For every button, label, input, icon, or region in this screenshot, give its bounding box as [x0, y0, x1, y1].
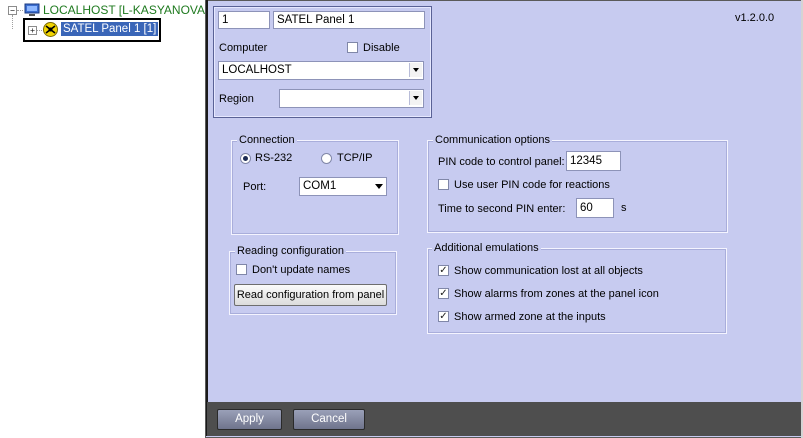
radio-dot-icon [243, 156, 248, 161]
cancel-button[interactable]: Cancel [293, 409, 365, 430]
pin-input[interactable]: 12345 [566, 151, 621, 171]
tree-item-label: SATEL Panel 1 [1] [61, 22, 159, 36]
version-label: v1.2.0.0 [735, 12, 775, 24]
root-expander[interactable]: − [8, 6, 17, 15]
connection-title: Connection [237, 134, 297, 146]
tree-item-localhost[interactable]: LOCALHOST [L-KASYANOVA] [43, 3, 208, 17]
dont-update-checkbox[interactable] [236, 264, 247, 275]
emulation-alarms-label: Show alarms from zones at the panel icon [454, 288, 659, 300]
chevron-down-icon[interactable] [409, 63, 422, 77]
child-expander[interactable]: + [28, 26, 37, 35]
computer-select-value: LOCALHOST [222, 64, 292, 76]
port-select-value: COM1 [303, 180, 337, 192]
object-tree: − LOCALHOST [L-KASYANOVA] + SATEL Panel … [0, 0, 208, 438]
user-pin-checkbox[interactable] [438, 179, 449, 190]
tcpip-radio[interactable] [321, 153, 332, 164]
apply-button[interactable]: Apply [217, 409, 282, 430]
rs232-radio[interactable] [240, 153, 251, 164]
port-label: Port: [243, 181, 267, 193]
chevron-down-icon[interactable] [375, 184, 383, 189]
region-select[interactable] [279, 89, 424, 108]
tcpip-label: TCP/IP [337, 152, 373, 164]
object-name-field[interactable]: SATEL Panel 1 [273, 11, 425, 29]
region-label: Region [219, 93, 254, 105]
disable-label: Disable [363, 42, 400, 54]
communication-title: Communication options [433, 134, 552, 146]
emulation-alarms-checkbox[interactable]: ✓ [438, 288, 449, 299]
computer-select[interactable]: LOCALHOST [218, 61, 424, 80]
reading-title: Reading configuration [235, 245, 347, 257]
tree-connector [17, 10, 23, 11]
disable-checkbox[interactable] [347, 42, 358, 53]
user-pin-label: Use user PIN code for reactions [454, 179, 610, 191]
object-id-field[interactable]: 1 [218, 11, 270, 29]
tree-connector [37, 30, 42, 31]
emulation-communication-label: Show communication lost at all objects [454, 265, 643, 277]
second-pin-unit: s [621, 202, 627, 214]
emulations-title: Additional emulations [432, 242, 541, 254]
emulation-armed-label: Show armed zone at the inputs [454, 311, 606, 323]
computer-label: Computer [219, 42, 268, 54]
read-configuration-button[interactable]: Read configuration from panel [234, 284, 387, 306]
satel-panel-icon [43, 22, 58, 37]
emulation-communication-checkbox[interactable]: ✓ [438, 265, 449, 276]
dont-update-label: Don't update names [252, 264, 351, 276]
second-pin-input[interactable]: 60 [576, 198, 614, 218]
tree-item-satel-panel-selected[interactable]: + SATEL Panel 1 [1] [23, 18, 161, 42]
second-pin-label: Time to second PIN enter: [438, 203, 566, 215]
emulation-armed-checkbox[interactable]: ✓ [438, 311, 449, 322]
tree-connector [12, 15, 13, 29]
chevron-down-icon[interactable] [409, 91, 422, 105]
port-select[interactable]: COM1 [299, 177, 387, 196]
rs232-label: RS-232 [255, 152, 293, 164]
computer-icon [24, 3, 40, 16]
panel-divider [206, 0, 208, 436]
pin-label: PIN code to control panel: [438, 156, 565, 168]
